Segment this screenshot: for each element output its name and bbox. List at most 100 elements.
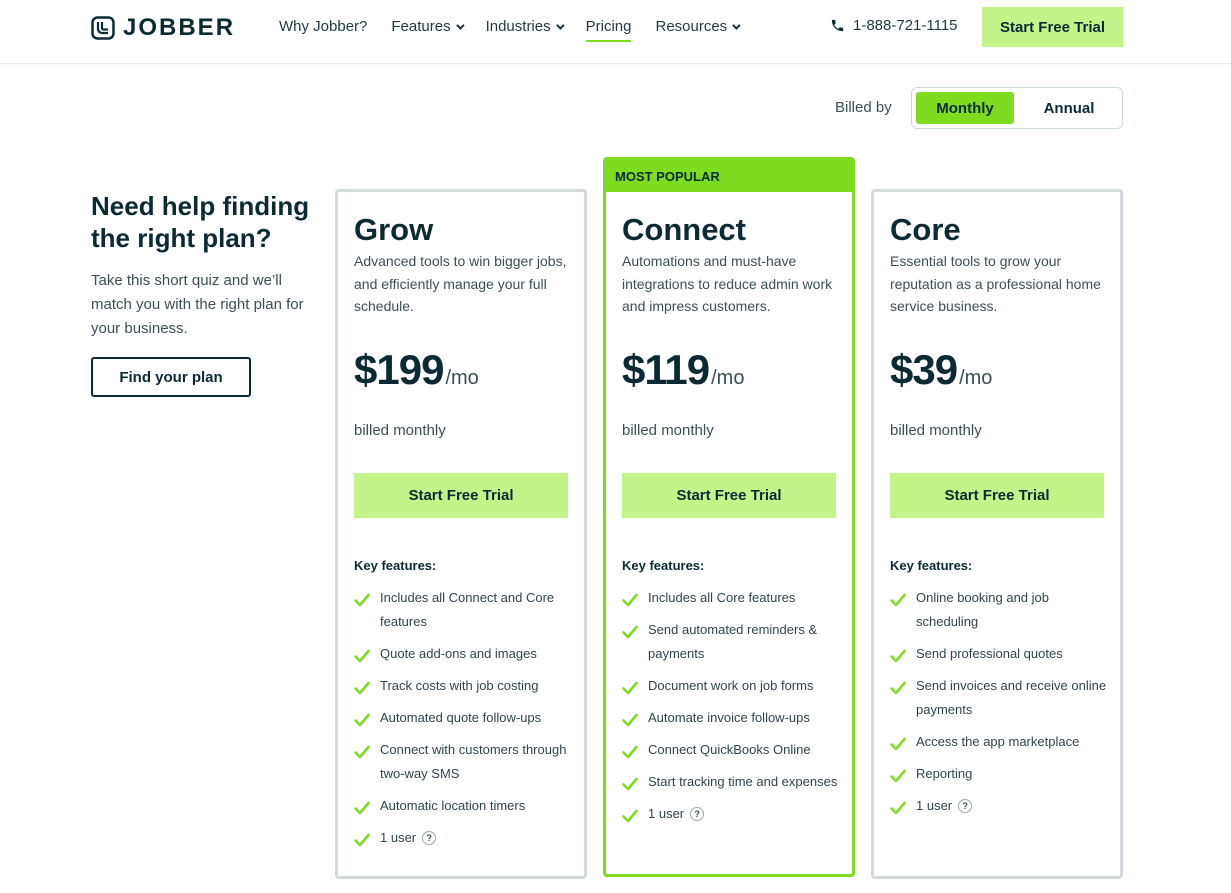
plan-card-connect: MOST POPULAR Connect Automations and must… bbox=[603, 157, 855, 877]
plan-price-row: $39/mo bbox=[890, 346, 992, 394]
plan-price-period: /mo bbox=[445, 367, 479, 389]
find-your-plan-button[interactable]: Find your plan bbox=[91, 357, 251, 397]
feature-item: Reporting bbox=[890, 762, 1110, 786]
feature-item: Start tracking time and expenses bbox=[622, 770, 842, 794]
feature-item: Send automated reminders & payments bbox=[622, 618, 842, 666]
plan-price-period: /mo bbox=[711, 367, 745, 389]
plan-description: Automations and must-have integrations t… bbox=[622, 253, 833, 314]
feature-item: Send professional quotes bbox=[890, 642, 1110, 666]
nav-item-features[interactable]: Features bbox=[391, 18, 465, 35]
plan-billing-note: billed monthly bbox=[890, 422, 982, 439]
key-features-label: Key features: bbox=[890, 558, 973, 573]
plan-description: Essential tools to grow your reputation … bbox=[890, 253, 1101, 314]
feature-list: Includes all Core features Send automated… bbox=[622, 586, 842, 834]
feature-text: Connect with customers through two-way S… bbox=[380, 742, 567, 781]
billing-annual-option[interactable]: Annual bbox=[1018, 92, 1120, 124]
check-icon bbox=[354, 679, 370, 695]
help-title: Need help finding the right plan? bbox=[91, 191, 310, 253]
feature-item: Send invoices and receive online payment… bbox=[890, 674, 1110, 722]
check-icon bbox=[890, 591, 906, 607]
feature-text: Send professional quotes bbox=[916, 646, 1063, 661]
phone-link[interactable]: 1-888-721-1115 bbox=[830, 17, 958, 34]
check-icon bbox=[890, 767, 906, 783]
feature-text: Quote add-ons and images bbox=[380, 646, 537, 661]
check-icon bbox=[354, 711, 370, 727]
feature-text: Send automated reminders & payments bbox=[648, 622, 818, 661]
header-start-free-trial-button[interactable]: Start Free Trial bbox=[982, 7, 1123, 47]
connect-start-free-trial-button[interactable]: Start Free Trial bbox=[622, 473, 836, 518]
feature-text: 1 user bbox=[648, 806, 685, 821]
feature-item: Automated quote follow-ups bbox=[354, 706, 574, 730]
feature-list: Online booking and job scheduling Send pr… bbox=[890, 586, 1110, 826]
check-icon bbox=[622, 623, 638, 639]
feature-text: Automated quote follow-ups bbox=[380, 710, 542, 725]
phone-number: 1-888-721-1115 bbox=[853, 17, 958, 34]
feature-text: Automatic location timers bbox=[380, 798, 526, 813]
nav-item-label: Pricing bbox=[585, 18, 632, 35]
feature-item: Connect with customers through two-way S… bbox=[354, 738, 574, 786]
plan-price: $39 bbox=[890, 346, 958, 393]
plan-name: Core bbox=[890, 212, 961, 247]
billing-monthly-option[interactable]: Monthly bbox=[916, 92, 1014, 124]
plan-price-row: $199/mo bbox=[354, 346, 479, 394]
nav-item-why-jobber[interactable]: Why Jobber? bbox=[279, 18, 367, 35]
core-start-free-trial-button[interactable]: Start Free Trial bbox=[890, 473, 1104, 518]
feature-text: Online booking and job scheduling bbox=[916, 590, 1049, 629]
logo-wordmark: JOBBER bbox=[123, 14, 236, 41]
jobber-logo[interactable]: JOBBER bbox=[91, 14, 235, 42]
key-features-label: Key features: bbox=[354, 558, 437, 573]
feature-item: Document work on job forms bbox=[622, 674, 842, 698]
check-icon bbox=[890, 647, 906, 663]
billing-toggle: Monthly Annual bbox=[911, 87, 1123, 129]
feature-text: Includes all Connect and Core features bbox=[380, 590, 555, 629]
feature-item: Includes all Connect and Core features bbox=[354, 586, 574, 634]
feature-text: Automate invoice follow-ups bbox=[648, 710, 810, 725]
feature-item: Automate invoice follow-ups bbox=[622, 706, 842, 730]
plan-card-core: Core Essential tools to grow your reputat… bbox=[871, 189, 1123, 879]
check-icon bbox=[890, 799, 906, 815]
help-icon[interactable]: ? bbox=[690, 807, 705, 821]
check-icon bbox=[354, 799, 370, 815]
chevron-down-icon bbox=[555, 20, 565, 30]
feature-item: Quote add-ons and images bbox=[354, 642, 574, 666]
feature-text: Track costs with job costing bbox=[380, 678, 539, 693]
feature-item: Automatic location timers bbox=[354, 794, 574, 818]
check-icon bbox=[622, 679, 638, 695]
help-icon[interactable]: ? bbox=[958, 799, 973, 813]
check-icon bbox=[622, 591, 638, 607]
feature-text: Access the app marketplace bbox=[916, 734, 1080, 749]
nav-item-resources[interactable]: Resources bbox=[655, 18, 741, 35]
feature-text: Includes all Core features bbox=[648, 590, 796, 605]
feature-item: Online booking and job scheduling bbox=[890, 586, 1110, 634]
feature-text: Connect QuickBooks Online bbox=[648, 742, 811, 757]
nav-item-industries[interactable]: Industries bbox=[485, 18, 565, 35]
plan-price: $119 bbox=[622, 346, 710, 393]
nav-item-pricing[interactable]: Pricing bbox=[585, 18, 632, 42]
nav-item-label: Industries bbox=[485, 18, 551, 35]
jobber-logo-icon bbox=[91, 16, 115, 40]
plan-price: $199 bbox=[354, 346, 444, 393]
feature-text: Document work on job forms bbox=[648, 678, 814, 693]
feature-item: 1 user? bbox=[354, 826, 574, 850]
feature-item: Connect QuickBooks Online bbox=[622, 738, 842, 762]
check-icon bbox=[354, 743, 370, 759]
feature-item: Track costs with job costing bbox=[354, 674, 574, 698]
help-icon[interactable]: ? bbox=[422, 831, 437, 845]
check-icon bbox=[354, 591, 370, 607]
check-icon bbox=[890, 679, 906, 695]
plan-name: Grow bbox=[354, 212, 434, 247]
phone-icon bbox=[831, 19, 844, 32]
nav-item-label: Why Jobber? bbox=[279, 18, 368, 35]
feature-text: Send invoices and receive online payment… bbox=[916, 678, 1107, 717]
check-icon bbox=[622, 743, 638, 759]
feature-text: Start tracking time and expenses bbox=[648, 774, 838, 789]
check-icon bbox=[890, 735, 906, 751]
check-icon bbox=[622, 711, 638, 727]
plan-billing-note: billed monthly bbox=[354, 422, 446, 439]
feature-item: Access the app marketplace bbox=[890, 730, 1110, 754]
feature-list: Includes all Connect and Core features Qu… bbox=[354, 586, 574, 858]
help-text: Take this short quiz and we’ll match you… bbox=[91, 272, 304, 337]
grow-start-free-trial-button[interactable]: Start Free Trial bbox=[354, 473, 568, 518]
nav-item-label: Features bbox=[391, 18, 451, 35]
plan-billing-note: billed monthly bbox=[622, 422, 714, 439]
